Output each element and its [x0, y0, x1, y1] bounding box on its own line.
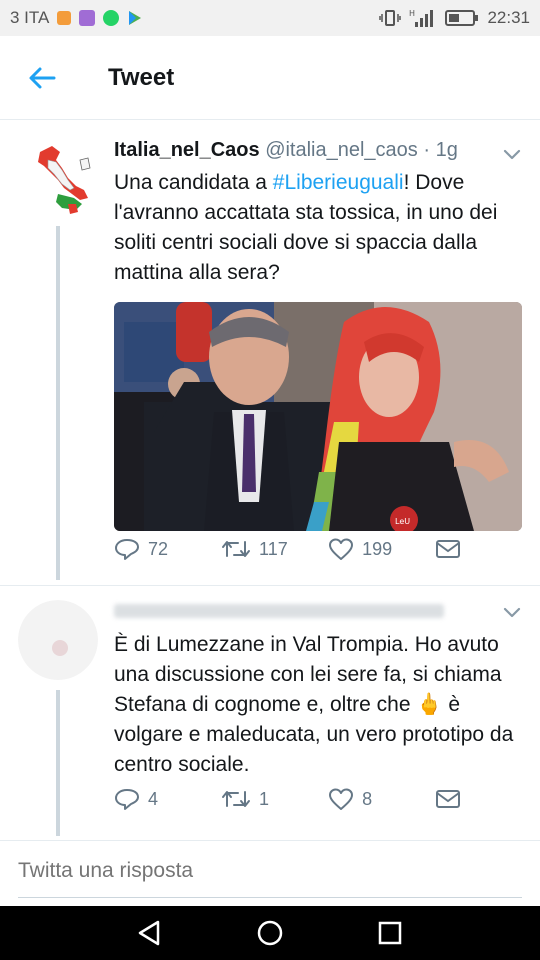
carrier-label: 3 ITA	[10, 8, 50, 27]
obscured-username-bar	[114, 603, 444, 618]
reply-text: È di Lumezzane in Val Trompia. Ho avuto …	[114, 630, 522, 780]
tweet-actions: 72 117 199	[114, 534, 474, 564]
tweet-actions: 4 1 8	[114, 784, 474, 814]
tweet-reply[interactable]: È di Lumezzane in Val Trompia. Ho avuto …	[0, 585, 540, 835]
nav-back-icon[interactable]	[136, 919, 164, 947]
separator-dot: ·	[423, 139, 431, 161]
app-header: Tweet	[0, 36, 540, 120]
display-name[interactable]: Italia_nel_Caos	[114, 139, 260, 161]
timestamp: 1g	[435, 139, 458, 161]
envelope-icon	[436, 790, 461, 808]
arrow-left-icon	[29, 67, 56, 88]
battery-icon	[445, 10, 479, 26]
tweet-main[interactable]: Italia_nel_Caos @italia_nel_caos · 1g Un…	[0, 120, 540, 570]
direct-message-button[interactable]	[435, 789, 474, 809]
tweet-text: Una candidata a #Liberieuguali! Dove l'a…	[114, 168, 522, 288]
signal-icon: H	[409, 9, 434, 27]
heart-icon	[329, 788, 354, 810]
handle[interactable]: @italia_nel_caos	[265, 139, 418, 161]
tweet-photo[interactable]: LeU	[114, 302, 522, 531]
envelope-icon	[436, 540, 461, 558]
like-count: 199	[362, 538, 393, 559]
status-bar: 3 ITA H 22:31	[0, 0, 540, 36]
tweet-header-obscured	[114, 596, 522, 620]
flag-notification-icon	[57, 11, 72, 25]
chevron-down-icon[interactable]	[502, 602, 522, 622]
system-navigation-bar	[0, 906, 540, 960]
back-button[interactable]	[0, 36, 84, 120]
svg-text:H: H	[409, 9, 415, 18]
italy-map-avatar-image	[18, 138, 98, 218]
reply-button[interactable]: 72	[114, 537, 221, 561]
heart-icon	[329, 538, 354, 560]
svg-text:LeU: LeU	[395, 517, 410, 526]
retweet-count: 117	[259, 538, 288, 559]
retweet-icon	[222, 791, 251, 807]
page-title: Tweet	[108, 63, 175, 91]
whatsapp-notification-icon	[103, 10, 120, 26]
reply-icon	[115, 539, 139, 560]
retweet-button[interactable]: 1	[221, 788, 328, 810]
retweet-icon	[222, 541, 251, 557]
like-button[interactable]: 8	[328, 787, 435, 811]
like-button[interactable]: 199	[328, 537, 435, 561]
nav-recents-icon[interactable]	[376, 919, 404, 947]
direct-message-button[interactable]	[435, 539, 474, 559]
middle-finger-emoji: 🖕	[416, 693, 443, 716]
like-count: 8	[362, 788, 373, 809]
photo-image: LeU	[114, 302, 522, 531]
hashtag-link[interactable]: #Liberieuguali	[273, 171, 404, 194]
reply-button[interactable]: 4	[114, 787, 221, 811]
reply-count: 4	[148, 788, 159, 809]
retweet-button[interactable]: 117	[221, 538, 328, 560]
tweet-header: Italia_nel_Caos @italia_nel_caos · 1g	[114, 136, 522, 164]
gallery-notification-icon	[79, 10, 96, 26]
input-underline	[18, 897, 522, 898]
blurred-avatar-image	[18, 600, 98, 680]
reply-count: 72	[148, 538, 169, 559]
play-store-notification-icon	[129, 11, 142, 25]
vibrate-icon	[379, 10, 402, 26]
retweet-count: 1	[259, 788, 270, 809]
avatar[interactable]	[18, 138, 98, 218]
nav-home-icon[interactable]	[256, 919, 284, 947]
avatar[interactable]	[18, 600, 98, 680]
tweet-text-part: Una candidata a	[114, 171, 273, 194]
reply-compose-bar	[0, 840, 540, 906]
chevron-down-icon[interactable]	[502, 144, 522, 164]
reply-icon	[115, 789, 139, 810]
clock-label: 22:31	[487, 8, 530, 27]
reply-input[interactable]	[18, 859, 518, 883]
